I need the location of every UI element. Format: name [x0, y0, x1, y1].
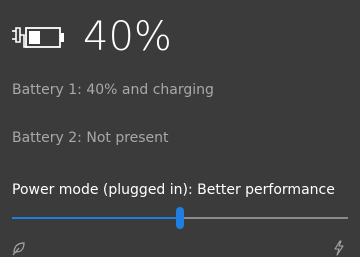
battery-flyout: 40% Battery 1: 40% and charging Battery …	[0, 0, 360, 257]
power-mode-label: Power mode (plugged in): Better performa…	[12, 182, 335, 198]
lightning-icon	[334, 240, 344, 256]
power-mode-slider[interactable]	[12, 205, 348, 231]
battery-percentage: 40%	[83, 14, 172, 60]
battery-1-status: Battery 1: 40% and charging	[12, 82, 214, 98]
battery-header: 40%	[10, 12, 172, 62]
slider-fill	[12, 217, 180, 219]
leaf-icon	[12, 242, 25, 256]
battery-charging-icon	[12, 27, 64, 48]
battery-2-status: Battery 2: Not present	[12, 130, 169, 146]
slider-thumb[interactable]	[176, 207, 184, 229]
